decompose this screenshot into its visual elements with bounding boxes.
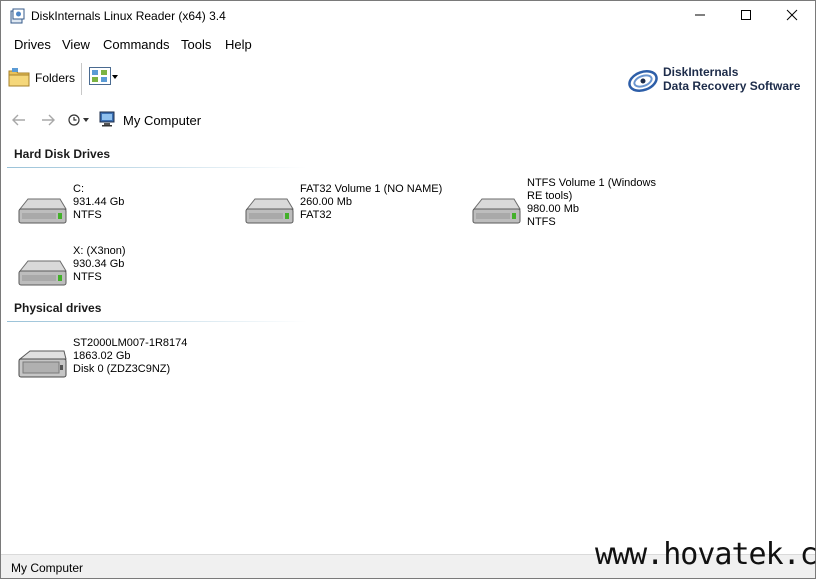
- back-button[interactable]: [9, 111, 29, 131]
- drive-size: 931.44 Gb: [73, 196, 125, 208]
- brand-line1: DiskInternals: [663, 65, 739, 79]
- section-divider: [7, 167, 307, 168]
- menu-tools[interactable]: Tools: [181, 37, 211, 52]
- menu-bar: Drives View Commands Tools Help: [1, 33, 815, 55]
- hard-drive-icon: [243, 191, 295, 231]
- folder-icon: [7, 65, 31, 92]
- drive-item-physical-0[interactable]: ST2000LM007-1R8174 1863.02 Gb Disk 0 (ZD…: [16, 337, 226, 397]
- status-text: My Computer: [11, 561, 84, 575]
- drive-details: FAT32 Volume 1 (NO NAME) 260.00 Mb FAT32: [300, 183, 442, 222]
- drive-filesystem: FAT32: [300, 209, 332, 221]
- hard-drive-icon: [16, 253, 68, 293]
- maximize-button[interactable]: [723, 1, 769, 31]
- drive-name: NTFS Volume 1 (Windows RE tools): [527, 177, 656, 202]
- section-hard-disk-title: Hard Disk Drives: [14, 147, 111, 161]
- toolbar: Folders DiskInternals Data Recovery Soft…: [1, 59, 815, 99]
- drive-size: 980.00 Mb: [527, 203, 579, 215]
- menu-help[interactable]: Help: [225, 37, 252, 52]
- drive-name: C:: [73, 183, 84, 195]
- app-window: DiskInternals Linux Reader (x64) 3.4 Dri…: [0, 0, 816, 579]
- title-bar: DiskInternals Linux Reader (x64) 3.4: [1, 1, 815, 31]
- diskinternals-logo-icon: [627, 65, 659, 98]
- drive-filesystem: NTFS: [73, 271, 102, 283]
- address-location[interactable]: My Computer: [99, 111, 201, 130]
- drive-filesystem: NTFS: [73, 209, 102, 221]
- drive-details: ST2000LM007-1R8174 1863.02 Gb Disk 0 (ZD…: [73, 337, 187, 376]
- view-mode-button[interactable]: [89, 66, 119, 88]
- drive-size: 930.34 Gb: [73, 258, 125, 270]
- brand-line2: Data Recovery Software: [663, 79, 801, 93]
- drive-filesystem: NTFS: [527, 216, 556, 228]
- app-icon: [10, 8, 26, 24]
- menu-drives[interactable]: Drives: [14, 37, 51, 52]
- drive-size: 1863.02 Gb: [73, 350, 131, 362]
- drive-details: X: (X3non) 930.34 Gb NTFS: [73, 245, 126, 284]
- drive-item-fat32[interactable]: FAT32 Volume 1 (NO NAME) 260.00 Mb FAT32: [243, 183, 453, 243]
- physical-disk-icon: [16, 345, 68, 385]
- minimize-button[interactable]: [677, 1, 723, 31]
- close-icon: [786, 9, 798, 24]
- drive-size: 260.00 Mb: [300, 196, 352, 208]
- menu-commands[interactable]: Commands: [103, 37, 169, 52]
- maximize-icon: [740, 9, 752, 24]
- folders-button[interactable]: Folders: [7, 63, 75, 93]
- close-button[interactable]: [769, 1, 815, 31]
- drive-details: C: 931.44 Gb NTFS: [73, 183, 124, 222]
- history-button[interactable]: [67, 111, 91, 131]
- minimize-icon: [694, 9, 706, 24]
- computer-icon: [99, 111, 117, 130]
- hard-drive-icon: [470, 191, 522, 231]
- dropdown-arrow-icon: [111, 70, 119, 84]
- folders-label: Folders: [35, 71, 76, 85]
- address-bar: My Computer: [1, 107, 815, 135]
- watermark: www.hovatek.com: [595, 537, 816, 572]
- drive-name: FAT32 Volume 1 (NO NAME): [300, 183, 443, 195]
- history-icon: [67, 113, 91, 130]
- brand-text: DiskInternals Data Recovery Software: [663, 65, 800, 93]
- back-arrow-icon: [11, 113, 27, 130]
- section-physical-title: Physical drives: [14, 301, 102, 315]
- window-title: DiskInternals Linux Reader (x64) 3.4: [31, 9, 226, 23]
- drives-view: Hard Disk Drives C: 931.44 Gb NTFS FAT32…: [1, 141, 815, 551]
- large-icons-view-icon: [89, 66, 111, 88]
- toolbar-separator: [81, 63, 82, 95]
- section-divider: [7, 321, 307, 322]
- drive-details: NTFS Volume 1 (Windows RE tools) 980.00 …: [527, 177, 672, 229]
- address-label: My Computer: [123, 113, 202, 128]
- forward-button[interactable]: [38, 111, 58, 131]
- hard-drive-icon: [16, 191, 68, 231]
- drive-item-ntfs-re[interactable]: NTFS Volume 1 (Windows RE tools) 980.00 …: [470, 177, 700, 237]
- drive-filesystem: Disk 0 (ZDZ3C9NZ): [73, 363, 171, 375]
- menu-view[interactable]: View: [62, 37, 90, 52]
- drive-item-x[interactable]: X: (X3non) 930.34 Gb NTFS: [16, 245, 226, 305]
- forward-arrow-icon: [40, 113, 56, 130]
- drive-item-c[interactable]: C: 931.44 Gb NTFS: [16, 183, 226, 243]
- drive-name: X: (X3non): [73, 245, 126, 257]
- brand: DiskInternals Data Recovery Software: [627, 63, 807, 97]
- drive-name: ST2000LM007-1R8174: [73, 337, 188, 349]
